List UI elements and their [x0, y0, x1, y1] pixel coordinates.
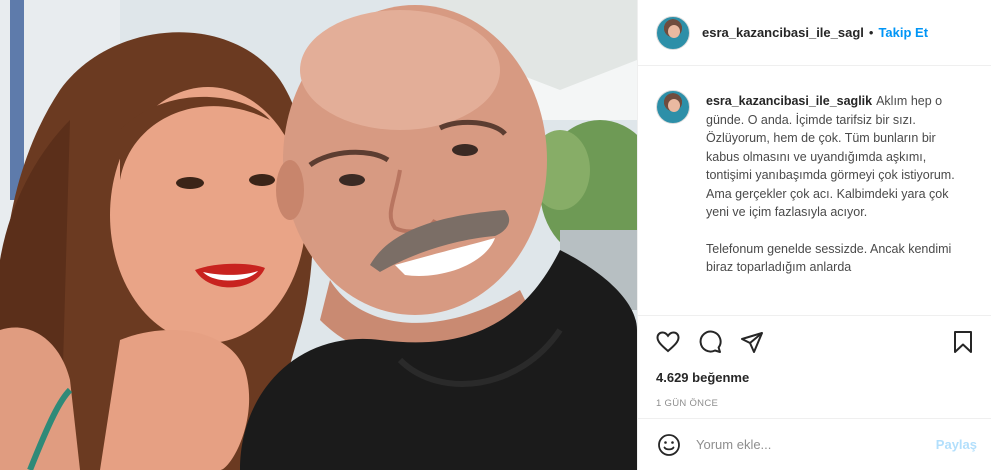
- action-bar: [638, 316, 991, 368]
- post-sidebar: esra_kazancibasi_ile_sagl • Takip Et esr…: [637, 0, 991, 470]
- bookmark-icon[interactable]: [949, 328, 977, 356]
- emoji-icon[interactable]: [656, 432, 682, 458]
- caption-username-link[interactable]: esra_kazancibasi_ile_saglik: [706, 94, 872, 108]
- post-comment-button[interactable]: Paylaş: [936, 437, 977, 452]
- avatar[interactable]: [656, 15, 690, 50]
- username-link[interactable]: esra_kazancibasi_ile_sagl: [702, 25, 864, 40]
- caption-paragraph-1: esra_kazancibasi_ile_saglik Aklım hep o g…: [706, 92, 966, 222]
- caption: esra_kazancibasi_ile_saglik Aklım hep o g…: [638, 66, 991, 316]
- post-header: esra_kazancibasi_ile_sagl • Takip Et: [638, 0, 991, 66]
- follow-button[interactable]: Takip Et: [878, 25, 928, 40]
- like-count[interactable]: 4.629 beğenme: [638, 368, 991, 388]
- caption-text: esra_kazancibasi_ile_saglik Aklım hep o g…: [706, 92, 966, 315]
- share-icon[interactable]: [738, 328, 766, 356]
- caption-body-1: Aklım hep o günde. O anda. İçimde tarifs…: [706, 94, 955, 219]
- post-time[interactable]: 1 GÜN ÖNCE: [638, 397, 991, 411]
- comment-box: Paylaş: [638, 418, 991, 470]
- comment-icon[interactable]: [696, 328, 724, 356]
- caption-paragraph-2: Telefonum genelde sessizde. Ancak kendim…: [706, 241, 952, 275]
- heart-icon[interactable]: [654, 328, 682, 356]
- photo-illustration: [0, 0, 637, 470]
- caption-avatar[interactable]: [656, 90, 690, 124]
- comment-input[interactable]: [696, 437, 936, 452]
- post-photo[interactable]: [0, 0, 637, 470]
- separator-dot: •: [868, 25, 874, 40]
